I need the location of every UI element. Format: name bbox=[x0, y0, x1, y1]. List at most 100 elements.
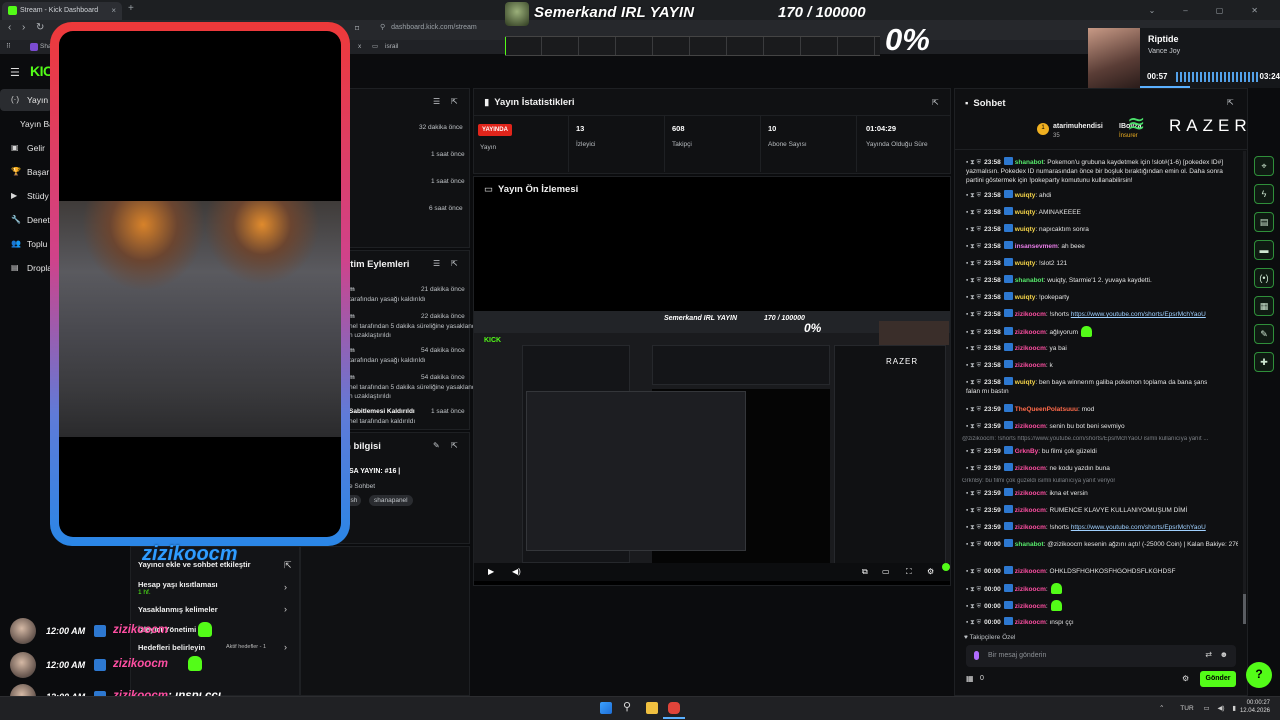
message-link[interactable]: https://www.youtube.com/shorts/EpsrMchYa… bbox=[1071, 524, 1206, 531]
message-username[interactable]: shanabot bbox=[1015, 541, 1044, 548]
edit-icon[interactable]: ✎ bbox=[433, 441, 440, 450]
search-icon[interactable]: ⚲ bbox=[623, 700, 631, 713]
sidebar-item-topluluk[interactable]: 👥 Toplu bbox=[0, 233, 52, 255]
external-link-icon[interactable]: ⇱ bbox=[284, 560, 292, 571]
sidebar-item-basarilar[interactable]: 🏆 Başarı bbox=[0, 161, 52, 183]
tool-wrench-icon[interactable]: ✎ bbox=[1254, 324, 1274, 344]
tool-broadcast-icon[interactable]: (•) bbox=[1254, 268, 1274, 288]
maximize-button[interactable]: ▢ bbox=[1216, 6, 1224, 15]
message-username[interactable]: wuiqty bbox=[1015, 192, 1036, 199]
message-username[interactable]: zizikoocm bbox=[1015, 586, 1046, 593]
browser-tab[interactable]: Stream - Kick Dashboard × bbox=[2, 2, 122, 20]
settings-item-goals[interactable]: Hedefleri belirleyin bbox=[138, 643, 205, 652]
chat-scrollbar[interactable] bbox=[1243, 151, 1246, 621]
sidebar-item-denetim[interactable]: 🔧 Denet bbox=[0, 209, 52, 231]
bookmark-icon[interactable]: ⌑ bbox=[355, 24, 359, 33]
filter-icon[interactable]: ☰ bbox=[433, 97, 440, 106]
tool-layout-icon[interactable]: ▦ bbox=[1254, 296, 1274, 316]
settings-item-account-age[interactable]: Hesap yaşı kısıtlaması bbox=[138, 580, 218, 589]
popout-icon[interactable]: ⇱ bbox=[451, 441, 458, 450]
message-username[interactable]: zizikoocm bbox=[1015, 423, 1046, 430]
system-tray[interactable]: ⌃ TUR ▭ ◀) ▮ bbox=[1159, 704, 1236, 712]
fullscreen-icon[interactable]: ⛶ bbox=[906, 567, 912, 577]
message-username[interactable]: GrknBy bbox=[1015, 448, 1038, 455]
menu-icon[interactable]: ☰ bbox=[10, 66, 20, 79]
message-username[interactable]: wuiqty bbox=[1015, 294, 1036, 301]
tool-document-icon[interactable]: ▤ bbox=[1254, 212, 1274, 232]
tool-camera-icon[interactable]: ⌖ bbox=[1254, 156, 1274, 176]
settings-item-banned-words[interactable]: Yasaklanmış kelimeler bbox=[138, 605, 218, 614]
message-username[interactable]: TheQueenPolatsuuu bbox=[1015, 406, 1078, 413]
sidebar-item-studyo[interactable]: ▶ Stüdy bbox=[0, 185, 52, 207]
network-icon[interactable]: ▭ bbox=[1203, 705, 1209, 712]
tab-search-icon[interactable]: ⌄ bbox=[1149, 6, 1156, 15]
message-username[interactable]: wuiqty bbox=[1015, 209, 1036, 216]
message-username[interactable]: zizikoocm bbox=[1015, 465, 1046, 472]
message-username[interactable]: zizikoocm bbox=[1015, 568, 1046, 575]
taskbar-clock[interactable]: 00:00:27 12.04.2026 bbox=[1240, 699, 1270, 715]
message-username[interactable]: wuiqty bbox=[1015, 260, 1036, 267]
bookmark-item[interactable]: x bbox=[358, 43, 361, 50]
microphone-icon[interactable] bbox=[974, 651, 979, 660]
stream-preview-video[interactable]: Semerkand IRL YAYIN 170 / 100000 0% KICK… bbox=[474, 311, 950, 581]
pip-icon[interactable]: ⧉ bbox=[862, 567, 868, 577]
tool-puzzle-icon[interactable]: ✚ bbox=[1254, 352, 1274, 372]
settings-gear-icon[interactable]: ⚙ bbox=[927, 567, 934, 576]
chat-scrollbar-thumb[interactable] bbox=[1243, 594, 1246, 624]
message-username[interactable]: zizikoocm bbox=[1015, 490, 1046, 497]
popout-icon[interactable]: ⇱ bbox=[451, 259, 458, 268]
apps-icon[interactable]: ⠿ bbox=[6, 42, 11, 50]
forward-icon[interactable]: › bbox=[22, 22, 25, 33]
chat-settings-icon[interactable]: ⚙ bbox=[1182, 674, 1189, 683]
tool-lightning-icon[interactable]: ϟ bbox=[1254, 184, 1274, 204]
message-username[interactable]: zizikoocm bbox=[1015, 619, 1046, 626]
file-explorer-icon[interactable] bbox=[646, 702, 658, 714]
close-window-button[interactable]: ✕ bbox=[1251, 6, 1258, 15]
message-username[interactable]: zizikoocm bbox=[1015, 362, 1046, 369]
site-info-icon[interactable]: ⚲ bbox=[380, 24, 385, 31]
sidebar-item-yayin-basligi[interactable]: Yayın Ba bbox=[0, 113, 52, 135]
bookmark-item[interactable]: israil bbox=[385, 43, 398, 50]
points-icon[interactable]: ▦ bbox=[966, 674, 974, 683]
message-username[interactable]: insansevmem bbox=[1015, 243, 1058, 250]
start-icon[interactable] bbox=[600, 702, 612, 714]
shortcut-icon[interactable]: ⇄ bbox=[1205, 650, 1212, 659]
address-bar[interactable]: ⚲ dashboard.kick.com/stream bbox=[380, 23, 880, 37]
message-username[interactable]: shanabot bbox=[1015, 159, 1044, 166]
message-username[interactable]: zizikoocm bbox=[1015, 603, 1046, 610]
play-icon[interactable]: ▶ bbox=[488, 567, 494, 576]
sidebar-item-gelir[interactable]: ▣ Gelir bbox=[0, 137, 52, 159]
back-icon[interactable]: ‹ bbox=[8, 22, 11, 33]
brave-browser-icon[interactable] bbox=[668, 702, 680, 714]
sidebar-item-droplar[interactable]: ▤ Dropla bbox=[0, 257, 52, 279]
pinned-user[interactable]: atarimuhendisi bbox=[1053, 123, 1103, 130]
chevron-right-icon[interactable]: › bbox=[284, 604, 287, 614]
message-username[interactable]: zizikoocm bbox=[1015, 311, 1046, 318]
battery-icon[interactable]: ▮ bbox=[1232, 705, 1236, 712]
message-link[interactable]: https://www.youtube.com/shorts/EpsrMchYa… bbox=[1071, 311, 1206, 318]
chevron-right-icon[interactable]: › bbox=[284, 582, 287, 592]
language-indicator[interactable]: TUR bbox=[1180, 705, 1193, 712]
sidebar-item-yayin[interactable]: (·) Yayın bbox=[0, 89, 52, 111]
message-username[interactable]: wuiqty bbox=[1015, 379, 1036, 386]
help-fab-button[interactable]: ? bbox=[1246, 662, 1272, 688]
volume-icon[interactable]: ◀) bbox=[512, 567, 521, 576]
tool-chat-icon[interactable]: ▬ bbox=[1254, 240, 1274, 260]
theater-icon[interactable]: ▭ bbox=[882, 567, 890, 576]
minimize-button[interactable]: – bbox=[1183, 6, 1187, 15]
new-tab-button[interactable]: + bbox=[128, 3, 134, 14]
message-username[interactable]: zizikoocm bbox=[1015, 345, 1046, 352]
popout-icon[interactable]: ⇱ bbox=[451, 97, 458, 106]
message-username[interactable]: zizikoocm bbox=[1015, 524, 1046, 531]
message-username[interactable]: zizikoocm bbox=[1015, 507, 1046, 514]
popout-icon[interactable]: ⇱ bbox=[1227, 98, 1234, 107]
tag-chip[interactable]: shanapanel bbox=[369, 495, 413, 506]
message-username[interactable]: shanabot bbox=[1015, 277, 1044, 284]
popout-icon[interactable]: ⇱ bbox=[932, 98, 939, 107]
close-tab-icon[interactable]: × bbox=[111, 6, 116, 15]
message-username[interactable]: zizikoocm bbox=[1015, 329, 1046, 336]
emoji-icon[interactable]: ☻ bbox=[1220, 650, 1228, 659]
volume-icon[interactable]: ◀) bbox=[1217, 705, 1224, 712]
send-button[interactable]: Gönder bbox=[1200, 671, 1236, 687]
message-username[interactable]: wuiqty bbox=[1015, 226, 1036, 233]
